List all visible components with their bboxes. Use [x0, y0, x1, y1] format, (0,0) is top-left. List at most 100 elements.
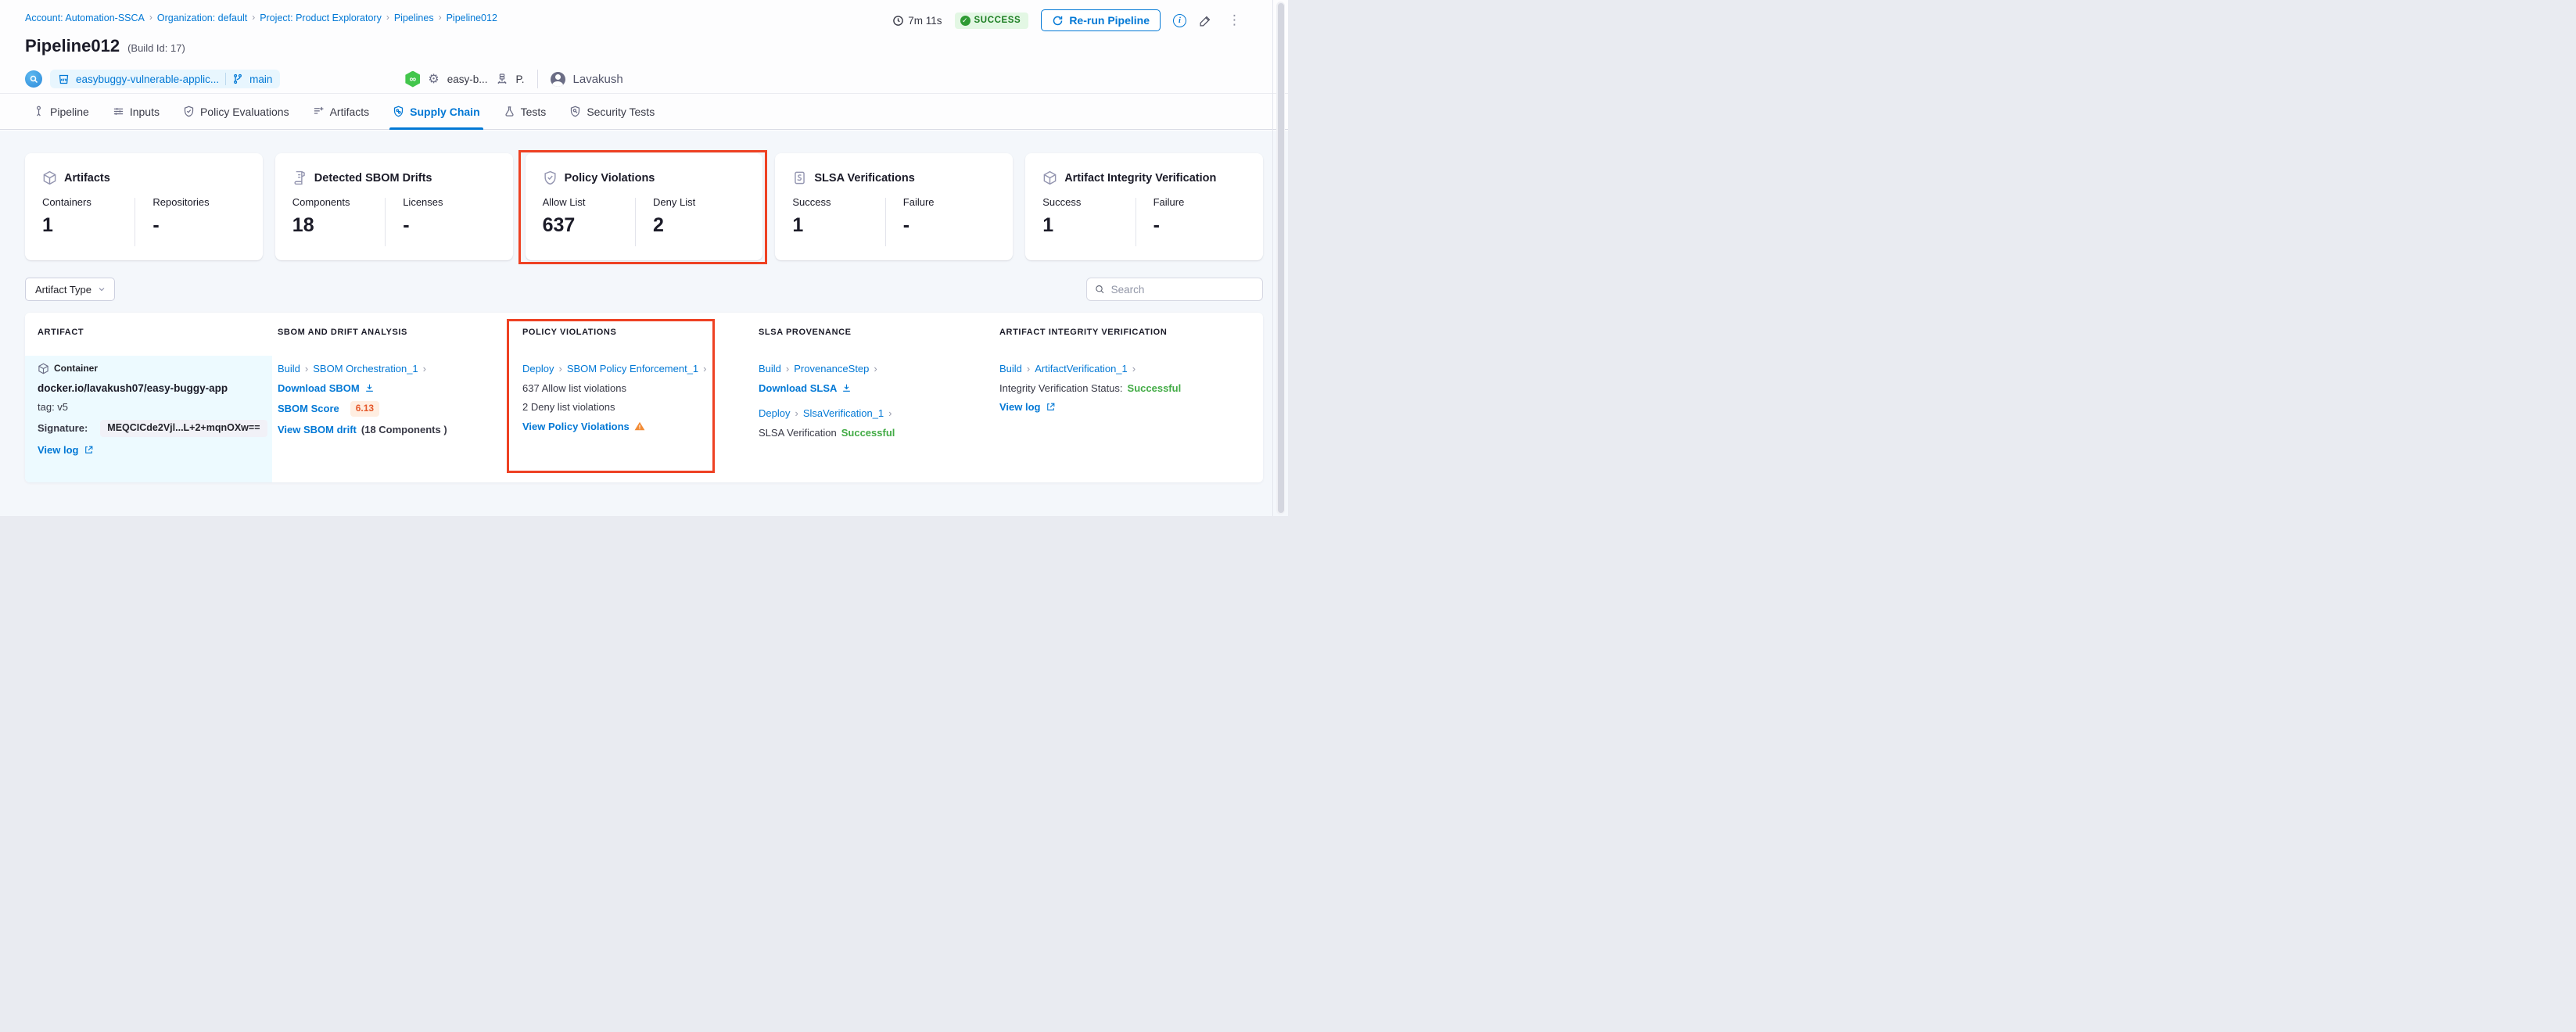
step-link[interactable]: SlsaVerification_1: [803, 407, 892, 420]
metric-label: Repositories: [152, 196, 245, 208]
col-sbom: SBOM AND DRIFT ANALYSIS: [278, 328, 407, 337]
download-slsa-link[interactable]: Download SLSA: [759, 382, 837, 395]
tab-artifacts[interactable]: Artifacts: [313, 94, 370, 129]
metric-value: 18: [292, 214, 385, 237]
slsa-status-label: SLSA Verification: [759, 427, 837, 439]
supply-chain-content: Artifacts Containers1 Repositories- Dete…: [0, 131, 1288, 516]
search-icon: [1095, 284, 1105, 295]
check-circle-icon: ✓: [960, 16, 970, 26]
download-icon: [841, 383, 852, 393]
rerun-pipeline-button[interactable]: Re-run Pipeline: [1041, 9, 1161, 31]
card-artifacts: Artifacts Containers1 Repositories-: [25, 153, 263, 260]
metric-value: -: [403, 214, 495, 237]
stage-link[interactable]: Build: [999, 363, 1030, 375]
view-sbom-drift-link[interactable]: View SBOM drift: [278, 424, 357, 436]
breadcrumb-account[interactable]: Account: Automation-SSCA: [25, 13, 145, 23]
external-link-icon: [1046, 402, 1056, 412]
tab-security-tests[interactable]: Security Tests: [569, 94, 655, 129]
harness-ci-icon: ∞: [405, 71, 420, 88]
tab-policy-evaluations[interactable]: Policy Evaluations: [183, 94, 289, 129]
metric-value: 1: [42, 214, 135, 237]
breadcrumb-project[interactable]: Project: Product Exploratory: [260, 13, 382, 23]
download-sbom-link[interactable]: Download SBOM: [278, 382, 360, 395]
artifact-image: docker.io/lavakush07/easy-buggy-app: [38, 382, 260, 394]
metric-label: Licenses: [403, 196, 495, 208]
metric-label: Success: [792, 196, 884, 208]
chevron-down-icon: [97, 285, 106, 294]
repository-icon: [58, 73, 70, 85]
card-slsa-verifications: SLSA Verifications Success1 Failure-: [775, 153, 1013, 260]
user-avatar-icon: [551, 72, 565, 87]
metric-label: Failure: [903, 196, 996, 208]
supply-chain-page: Account: Automation-SSCA › Organization: …: [0, 0, 1288, 516]
view-log-link[interactable]: View log: [999, 401, 1041, 414]
stage-link[interactable]: Deploy: [522, 363, 562, 375]
page-header: Account: Automation-SSCA › Organization: …: [0, 0, 1288, 93]
col-artifact: ARTIFACT: [38, 328, 84, 337]
cube-icon: [42, 170, 57, 185]
search-input[interactable]: [1111, 284, 1254, 296]
metric-label: Success: [1042, 196, 1135, 208]
step-link[interactable]: SBOM Policy Enforcement_1: [567, 363, 707, 375]
repo-name[interactable]: easybuggy-vulnerable-applic...: [76, 73, 219, 85]
trigger-abbrev: P.: [516, 73, 525, 85]
sbom-score-link[interactable]: SBOM Score: [278, 403, 339, 415]
right-edge-divider: [1272, 0, 1273, 516]
step-link[interactable]: ProvenanceStep: [794, 363, 877, 375]
tab-pipeline[interactable]: Pipeline: [33, 94, 89, 129]
metric-value: -: [1153, 214, 1246, 237]
sbom-cell: Build SBOM Orchestration_1 Download SBOM…: [278, 356, 447, 482]
sbom-score-badge[interactable]: 6.13: [350, 401, 379, 417]
stage-link[interactable]: Build: [759, 363, 789, 375]
divider: [225, 73, 226, 85]
metric-value: -: [903, 214, 996, 237]
infrastructure-icon: [496, 73, 508, 85]
stage-link[interactable]: Build: [278, 363, 308, 375]
chevron-right-icon: ›: [149, 12, 152, 23]
breadcrumb-pipelines[interactable]: Pipelines: [394, 13, 434, 23]
vertical-scrollbar[interactable]: [1276, 2, 1285, 514]
trigger-name: easy-b...: [447, 73, 488, 85]
signature-value: MEQCICde2Vjl...L+2+mqnOXw==: [100, 420, 267, 437]
summary-cards: Artifacts Containers1 Repositories- Dete…: [25, 153, 1263, 260]
edit-pencil-icon[interactable]: [1199, 14, 1212, 27]
tab-inputs[interactable]: Inputs: [113, 94, 160, 129]
execution-tabbar: Pipeline Inputs Policy Evaluations Artif…: [0, 93, 1288, 130]
gear-icon: ⚙: [428, 71, 439, 87]
step-link[interactable]: ArtifactVerification_1: [1035, 363, 1136, 375]
breadcrumb-pipeline012[interactable]: Pipeline012: [447, 13, 497, 23]
card-sbom-drifts: Detected SBOM Drifts Components18 Licens…: [275, 153, 513, 260]
tab-tests[interactable]: Tests: [504, 94, 547, 129]
branch-icon: [232, 73, 243, 84]
metric-label: Allow List: [543, 196, 635, 208]
col-artifact-integrity: ARTIFACT INTEGRITY VERIFICATION: [999, 328, 1167, 337]
stage-link[interactable]: Deploy: [759, 407, 798, 420]
tab-supply-chain[interactable]: Supply Chain: [393, 94, 479, 129]
metric-label: Containers: [42, 196, 135, 208]
trigger-icon: [25, 70, 42, 88]
flask-icon: [504, 106, 515, 117]
artifact-type-label: Container: [54, 363, 98, 375]
allow-list-violations: 637 Allow list violations: [522, 382, 707, 395]
chevron-right-icon: ›: [386, 12, 389, 23]
step-link[interactable]: SBOM Orchestration_1: [313, 363, 426, 375]
refresh-icon: [1052, 15, 1064, 27]
page-title: Pipeline012: [25, 36, 120, 56]
filter-row: Artifact Type: [25, 278, 1263, 302]
view-policy-violations-link[interactable]: View Policy Violations: [522, 421, 630, 433]
security-shield-search-icon: [569, 106, 581, 117]
artifact-table: ARTIFACT SBOM AND DRIFT ANALYSIS POLICY …: [25, 313, 1263, 482]
metric-value: 637: [543, 214, 635, 237]
breadcrumb-organization[interactable]: Organization: default: [157, 13, 247, 23]
scrollbar-thumb[interactable]: [1278, 3, 1284, 513]
shield-check-icon: [543, 170, 558, 185]
branch-name[interactable]: main: [249, 73, 272, 85]
sbom-document-icon: [292, 170, 307, 185]
search-box[interactable]: [1086, 278, 1263, 301]
slsa-file-icon: [792, 170, 807, 185]
artifact-type-select[interactable]: Artifact Type: [25, 278, 115, 301]
repo-pill[interactable]: easybuggy-vulnerable-applic... main: [50, 70, 280, 88]
view-log-link[interactable]: View log: [38, 444, 79, 457]
info-icon[interactable]: i: [1173, 14, 1186, 27]
more-options-icon[interactable]: ⋮: [1225, 13, 1244, 28]
